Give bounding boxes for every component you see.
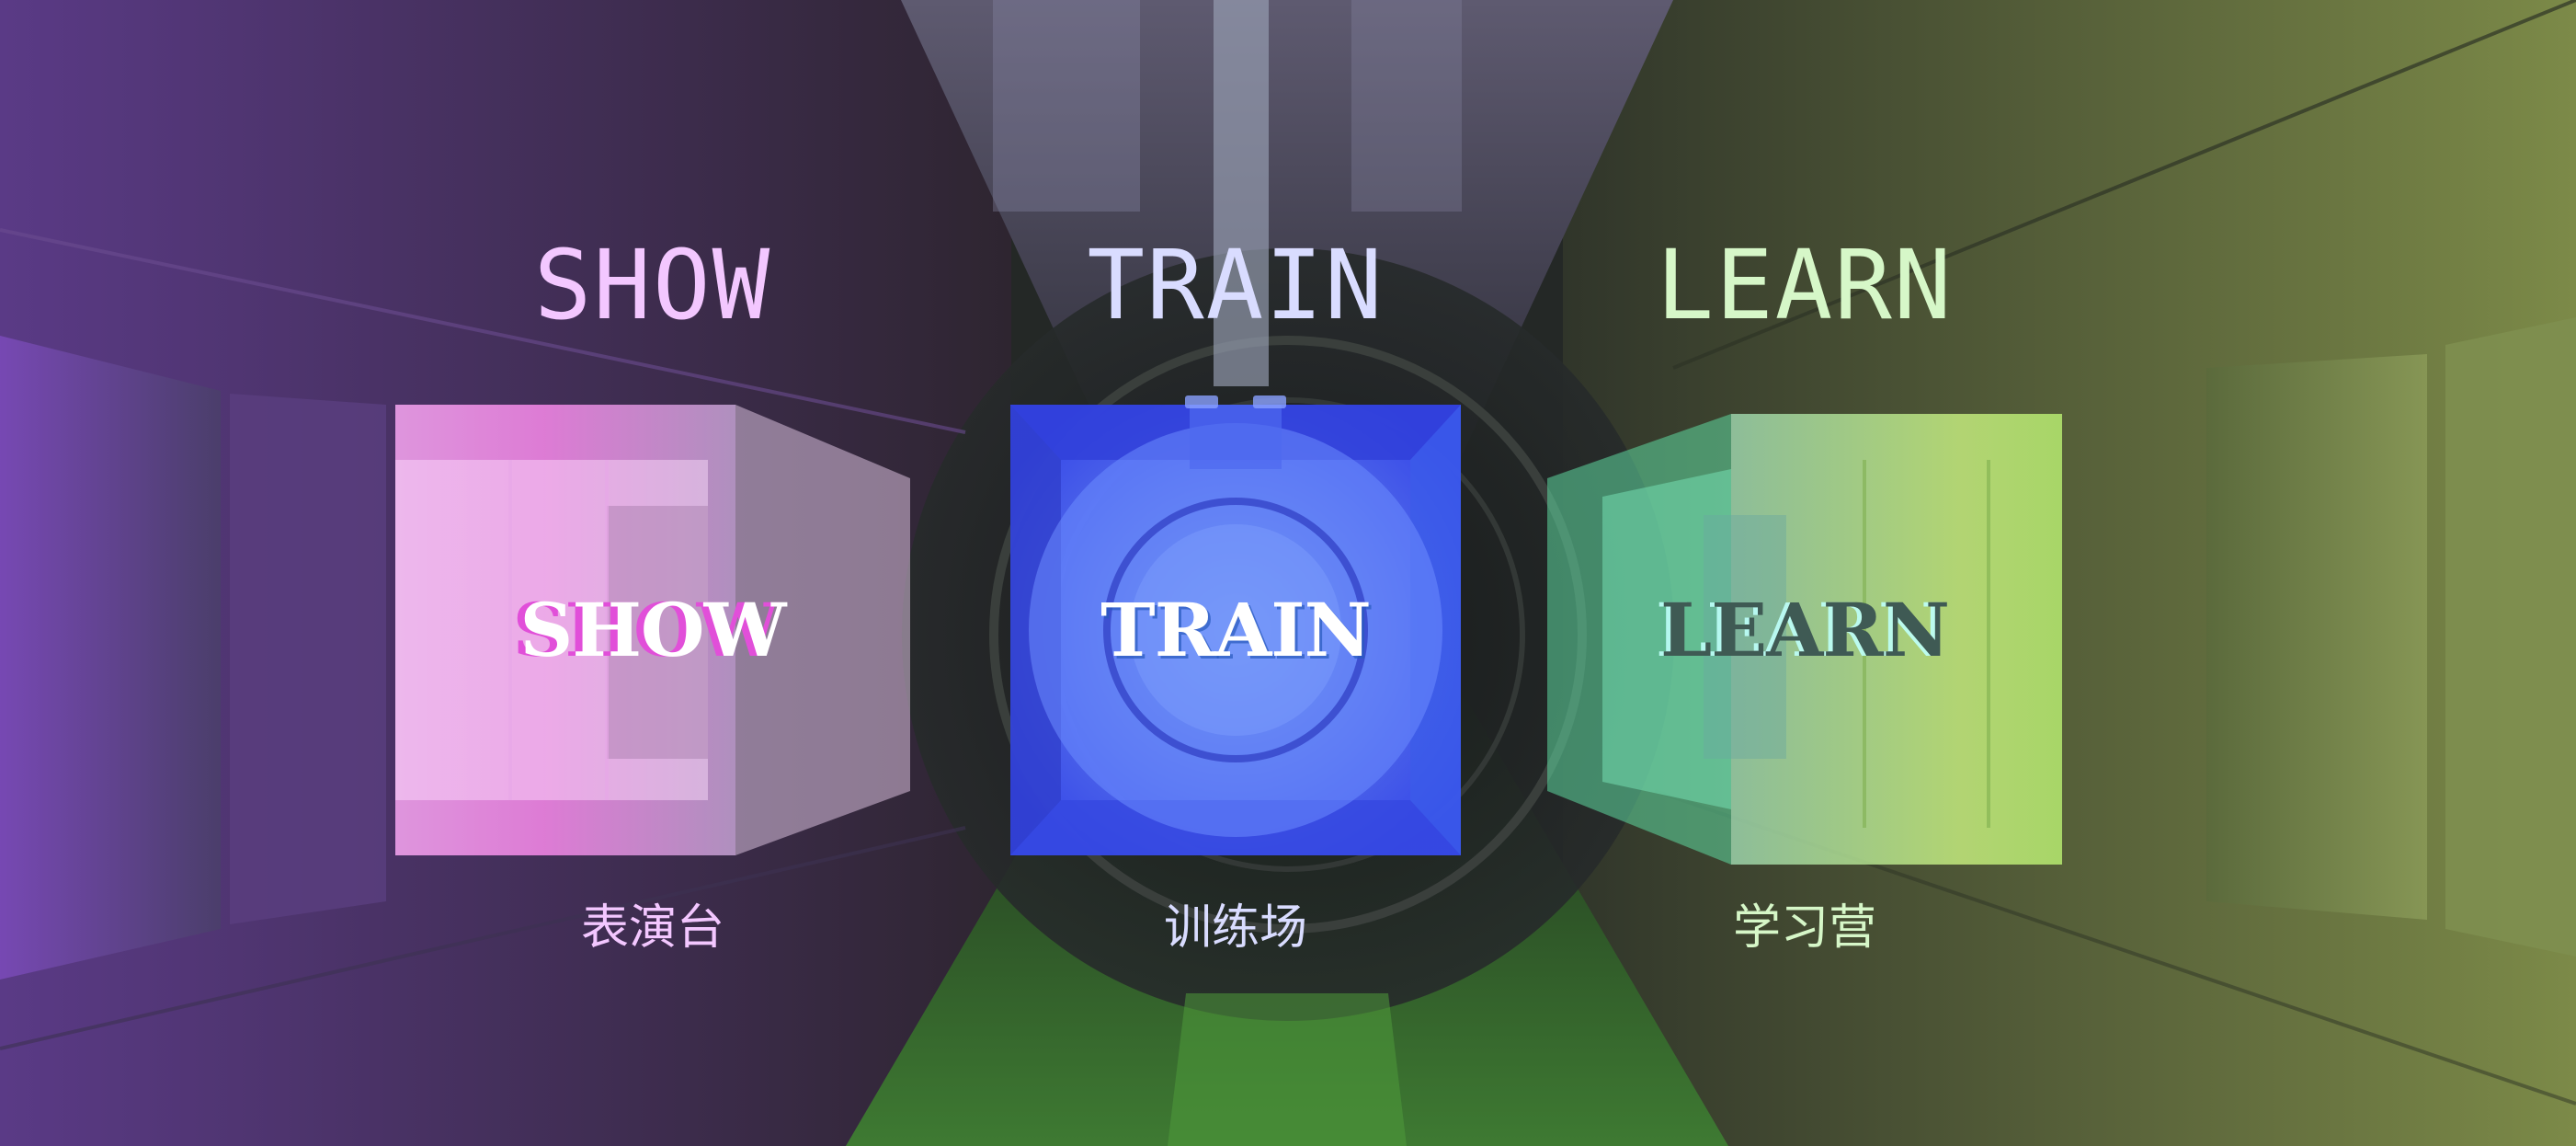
learn-subtitle: 学习营 — [1732, 900, 1876, 956]
train-title: TRAIN — [1087, 229, 1385, 341]
show-cube-label: SHOW — [519, 587, 787, 673]
train-subtitle: 训练场 — [1163, 900, 1307, 956]
mode-show[interactable]: SHOW SHOW 表演台 — [395, 0, 910, 1146]
learn-cube-button[interactable]: LEARN — [1547, 395, 2062, 874]
mode-train[interactable]: TRAIN TRAIN 训练场 — [978, 0, 1493, 1146]
learn-cube-label: LEARN — [1660, 587, 1950, 673]
show-cube-button[interactable]: SHOW — [395, 395, 910, 874]
mode-learn[interactable]: LEARN LEARN 学习营 — [1547, 0, 2062, 1146]
mode-select-screen: SHOW SHOW 表演台 TRAIN TRAIN 训练场 LEARN LEAR… — [0, 0, 2576, 1146]
show-subtitle: 表演台 — [580, 900, 724, 956]
train-cube-label: TRAIN — [1100, 587, 1372, 673]
learn-title: LEARN — [1656, 229, 1954, 341]
train-cube-button[interactable]: TRAIN — [978, 395, 1493, 874]
show-title: SHOW — [533, 229, 772, 341]
